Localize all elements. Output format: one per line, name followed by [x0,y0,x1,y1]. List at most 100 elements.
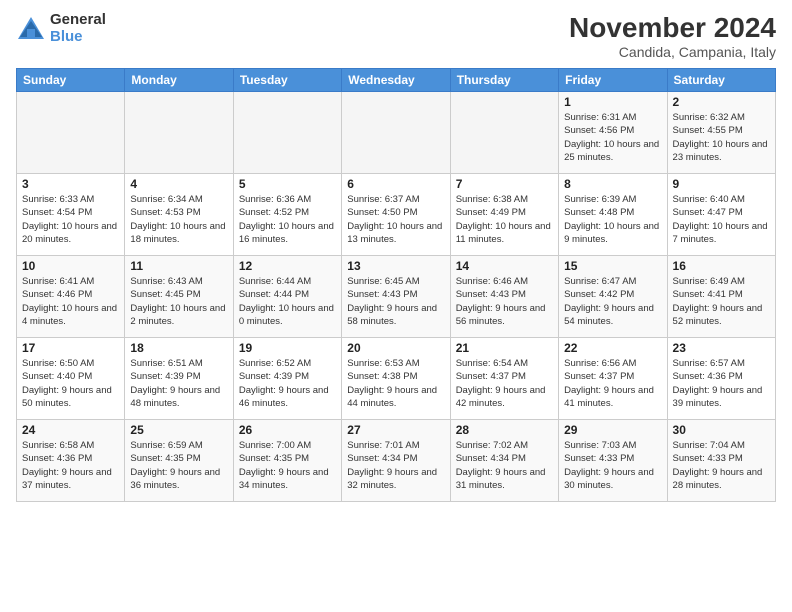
day-info: Sunrise: 6:59 AMSunset: 4:35 PMDaylight:… [130,439,227,492]
day-info: Sunrise: 6:53 AMSunset: 4:38 PMDaylight:… [347,357,444,410]
calendar-cell: 24 Sunrise: 6:58 AMSunset: 4:36 PMDayligh… [17,420,125,502]
calendar-cell: 26 Sunrise: 7:00 AMSunset: 4:35 PMDayligh… [233,420,341,502]
day-number: 12 [239,259,336,273]
calendar-cell: 11Sunrise: 6:43 AMSunset: 4:45 PMDayligh… [125,256,233,338]
calendar-cell: 27Sunrise: 7:01 AMSunset: 4:34 PMDayligh… [342,420,450,502]
calendar-cell: 18 Sunrise: 6:51 AMSunset: 4:39 PMDayligh… [125,338,233,420]
day-number: 27 [347,423,444,437]
logo-icon [16,15,46,43]
calendar-cell: 23 Sunrise: 6:57 AMSunset: 4:36 PMDayligh… [667,338,775,420]
day-number: 17 [22,341,119,355]
month-year: November 2024 [569,12,776,44]
weekday-row: Sunday Monday Tuesday Wednesday Thursday… [17,69,776,92]
calendar-cell: 30Sunrise: 7:04 AMSunset: 4:33 PMDayligh… [667,420,775,502]
day-number: 14 [456,259,553,273]
calendar-header: Sunday Monday Tuesday Wednesday Thursday… [17,69,776,92]
day-info: Sunrise: 6:38 AMSunset: 4:49 PMDaylight:… [456,193,553,246]
day-number: 3 [22,177,119,191]
day-info: Sunrise: 6:31 AMSunset: 4:56 PMDaylight:… [564,111,661,164]
calendar-cell: 3 Sunrise: 6:33 AMSunset: 4:54 PMDaylight… [17,174,125,256]
day-info: Sunrise: 6:47 AMSunset: 4:42 PMDaylight:… [564,275,661,328]
calendar-week-2: 3 Sunrise: 6:33 AMSunset: 4:54 PMDaylight… [17,174,776,256]
calendar-cell: 21Sunrise: 6:54 AMSunset: 4:37 PMDayligh… [450,338,558,420]
calendar-cell: 4Sunrise: 6:34 AMSunset: 4:53 PMDaylight… [125,174,233,256]
page: General Blue November 2024 Candida, Camp… [0,0,792,612]
day-info: Sunrise: 6:36 AMSunset: 4:52 PMDaylight:… [239,193,336,246]
calendar-cell: 8 Sunrise: 6:39 AMSunset: 4:48 PMDaylight… [559,174,667,256]
calendar-week-3: 10 Sunrise: 6:41 AMSunset: 4:46 PMDayligh… [17,256,776,338]
calendar-cell: 16 Sunrise: 6:49 AMSunset: 4:41 PMDayligh… [667,256,775,338]
day-number: 26 [239,423,336,437]
location: Candida, Campania, Italy [569,44,776,60]
day-number: 24 [22,423,119,437]
day-number: 25 [130,423,227,437]
day-number: 8 [564,177,661,191]
day-number: 23 [673,341,770,355]
logo-general-text: General [50,12,106,29]
day-info: Sunrise: 6:34 AMSunset: 4:53 PMDaylight:… [130,193,227,246]
logo-text: General Blue [50,12,106,45]
day-info: Sunrise: 6:39 AMSunset: 4:48 PMDaylight:… [564,193,661,246]
day-info: Sunrise: 6:40 AMSunset: 4:47 PMDaylight:… [673,193,770,246]
header-friday: Friday [559,69,667,92]
calendar-cell: 7Sunrise: 6:38 AMSunset: 4:49 PMDaylight… [450,174,558,256]
day-info: Sunrise: 6:32 AMSunset: 4:55 PMDaylight:… [673,111,770,164]
day-info: Sunrise: 6:58 AMSunset: 4:36 PMDaylight:… [22,439,119,492]
header-sunday: Sunday [17,69,125,92]
day-number: 10 [22,259,119,273]
day-number: 13 [347,259,444,273]
calendar-cell: 20 Sunrise: 6:53 AMSunset: 4:38 PMDayligh… [342,338,450,420]
day-info: Sunrise: 6:45 AMSunset: 4:43 PMDaylight:… [347,275,444,328]
header-saturday: Saturday [667,69,775,92]
calendar-cell: 19 Sunrise: 6:52 AMSunset: 4:39 PMDayligh… [233,338,341,420]
logo-blue-text: Blue [50,29,106,46]
day-number: 18 [130,341,227,355]
day-number: 29 [564,423,661,437]
calendar-cell: 6Sunrise: 6:37 AMSunset: 4:50 PMDaylight… [342,174,450,256]
calendar-cell: 2 Sunrise: 6:32 AMSunset: 4:55 PMDaylight… [667,92,775,174]
calendar-cell: 22 Sunrise: 6:56 AMSunset: 4:37 PMDayligh… [559,338,667,420]
calendar-week-4: 17 Sunrise: 6:50 AMSunset: 4:40 PMDayligh… [17,338,776,420]
day-info: Sunrise: 7:00 AMSunset: 4:35 PMDaylight:… [239,439,336,492]
day-number: 19 [239,341,336,355]
day-info: Sunrise: 6:37 AMSunset: 4:50 PMDaylight:… [347,193,444,246]
day-number: 15 [564,259,661,273]
header-tuesday: Tuesday [233,69,341,92]
day-info: Sunrise: 7:03 AMSunset: 4:33 PMDaylight:… [564,439,661,492]
calendar-cell [342,92,450,174]
header-monday: Monday [125,69,233,92]
day-info: Sunrise: 6:56 AMSunset: 4:37 PMDaylight:… [564,357,661,410]
calendar-cell: 17 Sunrise: 6:50 AMSunset: 4:40 PMDayligh… [17,338,125,420]
day-number: 1 [564,95,661,109]
day-info: Sunrise: 6:46 AMSunset: 4:43 PMDaylight:… [456,275,553,328]
day-info: Sunrise: 6:50 AMSunset: 4:40 PMDaylight:… [22,357,119,410]
day-info: Sunrise: 6:51 AMSunset: 4:39 PMDaylight:… [130,357,227,410]
calendar-cell: 29 Sunrise: 7:03 AMSunset: 4:33 PMDayligh… [559,420,667,502]
calendar-table: Sunday Monday Tuesday Wednesday Thursday… [16,68,776,502]
calendar-cell: 15 Sunrise: 6:47 AMSunset: 4:42 PMDayligh… [559,256,667,338]
header: General Blue November 2024 Candida, Camp… [16,12,776,60]
day-info: Sunrise: 6:57 AMSunset: 4:36 PMDaylight:… [673,357,770,410]
calendar-cell [125,92,233,174]
calendar-week-5: 24 Sunrise: 6:58 AMSunset: 4:36 PMDayligh… [17,420,776,502]
day-number: 2 [673,95,770,109]
day-number: 20 [347,341,444,355]
calendar-cell: 14 Sunrise: 6:46 AMSunset: 4:43 PMDayligh… [450,256,558,338]
calendar-cell: 25 Sunrise: 6:59 AMSunset: 4:35 PMDayligh… [125,420,233,502]
day-number: 30 [673,423,770,437]
calendar-cell: 13 Sunrise: 6:45 AMSunset: 4:43 PMDayligh… [342,256,450,338]
day-number: 28 [456,423,553,437]
day-info: Sunrise: 6:49 AMSunset: 4:41 PMDaylight:… [673,275,770,328]
calendar-body: 1 Sunrise: 6:31 AMSunset: 4:56 PMDaylight… [17,92,776,502]
day-info: Sunrise: 6:43 AMSunset: 4:45 PMDaylight:… [130,275,227,328]
calendar-cell: 9Sunrise: 6:40 AMSunset: 4:47 PMDaylight… [667,174,775,256]
calendar-cell [233,92,341,174]
day-info: Sunrise: 6:33 AMSunset: 4:54 PMDaylight:… [22,193,119,246]
day-info: Sunrise: 6:52 AMSunset: 4:39 PMDaylight:… [239,357,336,410]
day-number: 16 [673,259,770,273]
day-info: Sunrise: 6:41 AMSunset: 4:46 PMDaylight:… [22,275,119,328]
calendar-cell [450,92,558,174]
title-block: November 2024 Candida, Campania, Italy [569,12,776,60]
calendar-cell: 1 Sunrise: 6:31 AMSunset: 4:56 PMDaylight… [559,92,667,174]
day-number: 22 [564,341,661,355]
